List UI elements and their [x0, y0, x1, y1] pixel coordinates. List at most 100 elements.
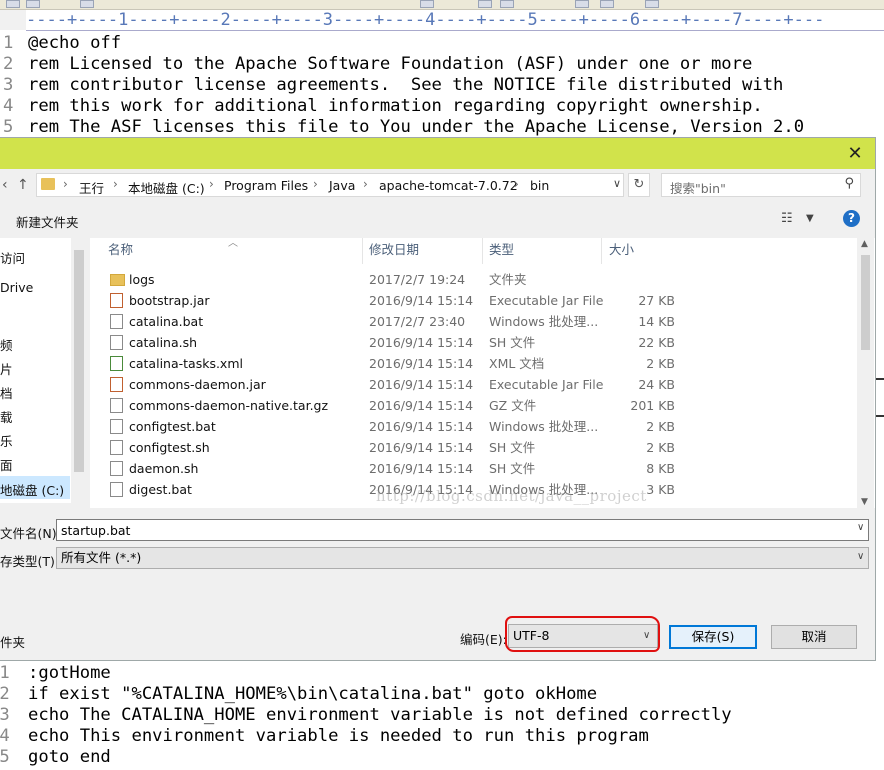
code-line[interactable]: 4 rem this work for additional informatio…	[0, 96, 763, 117]
column-divider[interactable]	[601, 238, 602, 264]
file-row[interactable]: catalina-tasks.xml 2016/9/14 15:14 XML 文档 2…	[90, 353, 856, 374]
breadcrumb-java[interactable]: Java	[329, 178, 355, 193]
toolbar-icon[interactable]	[420, 0, 434, 8]
breadcrumb-separator-icon[interactable]: ›	[514, 177, 519, 191]
xml-file-icon	[110, 356, 123, 371]
cancel-button[interactable]: 取消	[771, 625, 857, 649]
file-name: catalina.sh	[129, 335, 198, 350]
breadcrumb-separator-icon[interactable]: ›	[63, 177, 68, 191]
file-size: 22 KB	[638, 335, 675, 350]
search-icon[interactable]: ⚲	[844, 176, 854, 191]
search-input[interactable]: 搜索"bin" ⚲	[661, 173, 861, 197]
nav-item-documents[interactable]: 档	[0, 383, 13, 402]
breadcrumb-user[interactable]: 王行	[79, 178, 104, 197]
breadcrumb-drive[interactable]: 本地磁盘 (C:)	[128, 178, 205, 197]
toolbar-icon[interactable]	[26, 0, 40, 8]
toolbar-icon[interactable]	[575, 0, 589, 8]
file-row[interactable]: configtest.bat 2016/9/14 15:14 Windows 批处理…	[90, 416, 856, 437]
file-size: 14 KB	[638, 314, 675, 329]
dialog-footer: 件夹 编码(E): UTF-8 ∨ 保存(S) 取消	[0, 578, 875, 660]
nav-item-local-disk[interactable]: 地磁盘 (C:)	[0, 480, 64, 499]
file-size: 8 KB	[646, 461, 675, 476]
chevron-down-icon[interactable]: ▼	[806, 213, 814, 224]
file-name: daemon.sh	[129, 461, 199, 476]
file-row[interactable]: commons-daemon.jar 2016/9/14 15:14 Executa…	[90, 374, 856, 395]
breadcrumb-separator-icon[interactable]: ›	[209, 177, 214, 191]
toolbar-icon[interactable]	[80, 0, 94, 8]
up-arrow-icon[interactable]: ↑	[17, 177, 29, 193]
column-header-date[interactable]: 修改日期	[369, 238, 419, 264]
file-row[interactable]: bootstrap.jar 2016/9/14 15:14 Executable J…	[90, 290, 856, 311]
close-icon[interactable]: ✕	[835, 138, 875, 169]
code-line[interactable]: 31:gotHome	[0, 663, 111, 684]
file-size: 2 KB	[646, 440, 675, 455]
new-folder-button[interactable]: 新建文件夹	[16, 212, 79, 231]
filetype-select[interactable]: 所有文件 (*.*)	[56, 547, 869, 569]
breadcrumb-tomcat[interactable]: apache-tomcat-7.0.72	[379, 178, 518, 193]
refresh-icon[interactable]: ↻	[628, 173, 650, 197]
column-header-type[interactable]: 类型	[489, 238, 514, 264]
file-row[interactable]: logs 2017/2/7 19:24 文件夹	[90, 269, 856, 290]
code-line[interactable]: 34 echo This environment variable is need…	[0, 726, 649, 747]
view-options-icon[interactable]: ☷	[781, 211, 793, 226]
code-line[interactable]: 35 goto end	[0, 747, 111, 768]
toolbar-icon[interactable]	[6, 0, 20, 8]
file-row[interactable]: catalina.bat 2017/2/7 23:40 Windows 批处理...…	[90, 311, 856, 332]
toolbar-icon[interactable]	[600, 0, 614, 8]
nav-item-music[interactable]: 乐	[0, 431, 13, 450]
nav-item-onedrive[interactable]: Drive	[0, 280, 33, 295]
file-list-scrollbar[interactable]: ▲ ▼	[857, 238, 874, 508]
dialog-titlebar[interactable]: ✕	[0, 138, 875, 169]
hide-folders-toggle[interactable]: 件夹	[0, 632, 25, 651]
file-row[interactable]: commons-daemon-native.tar.gz 2016/9/14 15…	[90, 395, 856, 416]
file-name: commons-daemon.jar	[129, 377, 266, 392]
code-line[interactable]: 33 echo The CATALINA_HOME environment var…	[0, 705, 732, 726]
file-type: XML 文档	[489, 356, 545, 371]
line-text: echo The CATALINA_HOME environment varia…	[28, 705, 732, 725]
code-line[interactable]: 2 rem Licensed to the Apache Software Fou…	[0, 54, 752, 75]
nav-item-downloads[interactable]: 载	[0, 407, 13, 426]
code-line[interactable]: 1 @echo off	[0, 33, 121, 54]
save-button[interactable]: 保存(S)	[669, 625, 757, 649]
scroll-down-icon[interactable]: ▼	[861, 497, 868, 507]
line-number: 3	[3, 75, 14, 95]
address-bar[interactable]: › 王行 › 本地磁盘 (C:) › Program Files › Java …	[36, 173, 624, 197]
chevron-down-icon[interactable]: ∨	[857, 551, 864, 562]
chevron-down-icon[interactable]: ∨	[613, 177, 621, 190]
scroll-up-icon[interactable]: ▲	[861, 239, 868, 249]
breadcrumb-separator-icon[interactable]: ›	[113, 177, 118, 191]
toolbar-icon[interactable]	[645, 0, 659, 8]
column-header-name[interactable]: 名称	[108, 238, 133, 264]
file-row[interactable]: configtest.sh 2016/9/14 15:14 SH 文件 2 KB	[90, 437, 856, 458]
help-icon[interactable]: ?	[843, 210, 860, 227]
file-size: 2 KB	[646, 356, 675, 371]
jar-file-icon	[110, 377, 123, 392]
nav-scrollbar[interactable]	[71, 238, 88, 503]
toolbar-icon[interactable]	[500, 0, 514, 8]
file-scrollbar-thumb[interactable]	[861, 255, 870, 350]
filename-input[interactable]	[56, 519, 869, 541]
toolbar-icon[interactable]	[478, 0, 492, 8]
breadcrumb-separator-icon[interactable]: ›	[313, 177, 318, 191]
nav-item-quick-access[interactable]: 访问	[0, 248, 25, 267]
column-divider[interactable]	[362, 238, 363, 264]
column-divider[interactable]	[482, 238, 483, 264]
back-icon[interactable]: ‹	[2, 177, 8, 193]
code-line[interactable]: 5 rem The ASF licenses this file to You u…	[0, 117, 804, 138]
nav-item-videos[interactable]: 频	[0, 335, 13, 354]
file-name: bootstrap.jar	[129, 293, 210, 308]
file-type: SH 文件	[489, 335, 536, 350]
breadcrumb-program-files[interactable]: Program Files	[224, 178, 308, 193]
chevron-down-icon[interactable]: ∨	[857, 522, 864, 533]
file-row[interactable]: daemon.sh 2016/9/14 15:14 SH 文件 8 KB	[90, 458, 856, 479]
sh-file-icon	[110, 461, 123, 476]
breadcrumb-bin[interactable]: bin	[530, 178, 549, 193]
nav-item-pictures[interactable]: 片	[0, 359, 13, 378]
nav-scrollbar-thumb[interactable]	[74, 250, 84, 472]
column-header-size[interactable]: 大小	[609, 238, 634, 264]
code-line[interactable]: 3 rem contributor license agreements. See…	[0, 75, 783, 96]
code-line[interactable]: 32 if exist "%CATALINA_HOME%\bin\catalina…	[0, 684, 597, 705]
file-row[interactable]: catalina.sh 2016/9/14 15:14 SH 文件 22 KB	[90, 332, 856, 353]
breadcrumb-separator-icon[interactable]: ›	[363, 177, 368, 191]
nav-item-desktop[interactable]: 面	[0, 455, 13, 474]
